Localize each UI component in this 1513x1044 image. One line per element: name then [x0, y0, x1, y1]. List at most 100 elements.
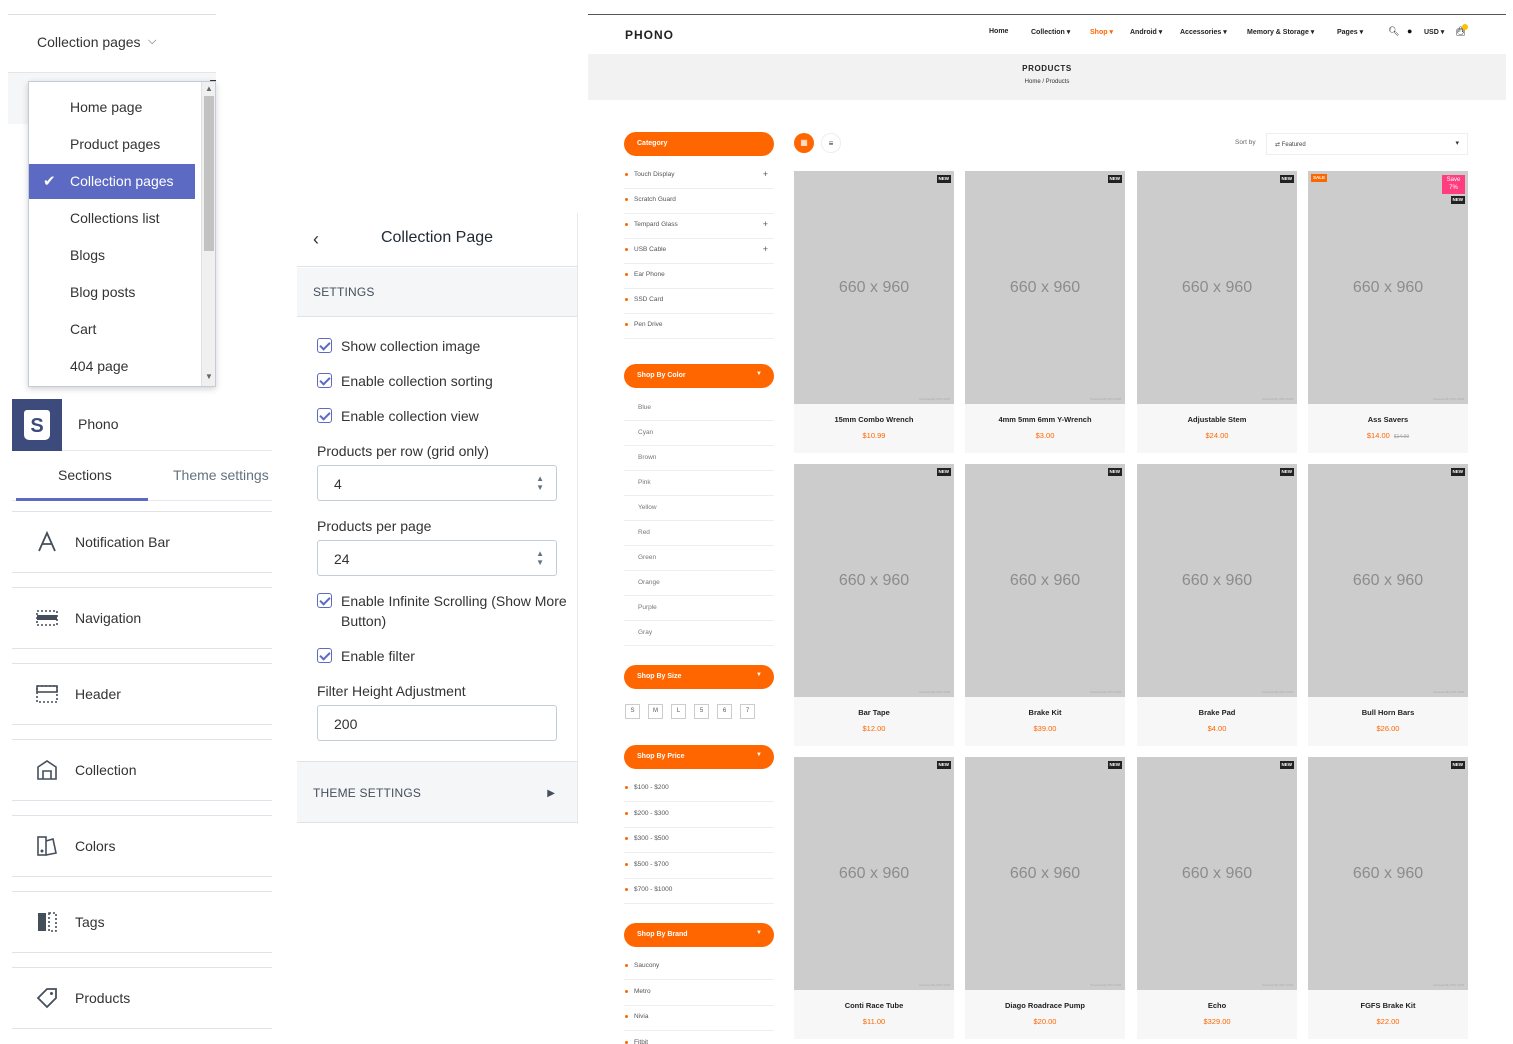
brand-filter-item[interactable]: Nivia	[624, 1006, 774, 1031]
product-image[interactable]: 660 x 960 Powered By IPIX.COM NEW	[794, 757, 954, 990]
nav-item[interactable]: Home	[989, 28, 1008, 35]
product-card[interactable]: 660 x 960 Powered By IPIX.COM NEW FGFS Brak…	[1308, 757, 1468, 1039]
product-name[interactable]: Brake Kit	[965, 708, 1125, 717]
brand-filter-item[interactable]: Metro	[624, 981, 774, 1006]
category-item[interactable]: SSD Card	[624, 289, 774, 314]
product-card[interactable]: 660 x 960 Powered By IPIX.COM NEW 4mm 5mm 6…	[965, 171, 1125, 453]
nav-item[interactable]: Collection ▾	[1031, 28, 1070, 36]
product-image[interactable]: 660 x 960 Powered By IPIX.COM NEW	[1137, 171, 1297, 404]
section-item-tags[interactable]: Tags	[12, 891, 272, 953]
product-image[interactable]: 660 x 960 Powered By IPIX.COM NEW	[1137, 464, 1297, 697]
product-image[interactable]: 660 x 960 Powered By IPIX.COM NEW	[1308, 464, 1468, 697]
section-item-header[interactable]: Header	[12, 663, 272, 725]
list-view-icon[interactable]: ≡	[821, 133, 841, 153]
product-name[interactable]: FGFS Brake Kit	[1308, 1001, 1468, 1010]
products-per-row-select[interactable]: 4 ▲ ▼	[317, 465, 557, 501]
product-name[interactable]: Echo	[1137, 1001, 1297, 1010]
color-filter-item[interactable]: Yellow	[624, 496, 774, 521]
color-filter-item[interactable]: Blue	[624, 396, 774, 421]
nav-item[interactable]: Memory & Storage ▾	[1247, 28, 1314, 36]
nav-item[interactable]: Accessories ▾	[1180, 28, 1227, 36]
filter-height-input[interactable]: 200	[317, 705, 557, 741]
checkbox-checked-icon[interactable]	[317, 593, 332, 608]
product-name[interactable]: 4mm 5mm 6mm Y-Wrench	[965, 415, 1125, 424]
shop-by-price-heading[interactable]: Shop By Price ▼	[624, 745, 774, 769]
nav-item[interactable]: Android ▾	[1130, 28, 1162, 36]
search-icon[interactable]: 🔍︎	[1388, 26, 1399, 37]
product-image[interactable]: 660 x 960 Powered By IPIX.COM SALE Save 7% N…	[1308, 171, 1468, 404]
dropdown-option[interactable]: 404 page	[29, 349, 195, 384]
product-name[interactable]: Conti Race Tube	[794, 1001, 954, 1010]
product-image[interactable]: 660 x 960 Powered By IPIX.COM NEW	[794, 171, 954, 404]
shop-by-color-heading[interactable]: Shop By Color ▼	[624, 364, 774, 388]
product-image[interactable]: 660 x 960 Powered By IPIX.COM NEW	[965, 757, 1125, 990]
enable-filter-checkbox[interactable]: Enable filter	[317, 646, 567, 666]
scroll-up-icon[interactable]: ▲	[205, 84, 213, 93]
product-name[interactable]: Bull Horn Bars	[1308, 708, 1468, 717]
section-item-navigation[interactable]: Navigation	[12, 587, 272, 649]
sort-select[interactable]: ⇄ Featured ▾	[1266, 133, 1468, 155]
checkbox-checked-icon[interactable]	[317, 648, 332, 663]
color-filter-item[interactable]: Gray	[624, 621, 774, 646]
category-heading[interactable]: Category	[624, 132, 774, 156]
shop-by-brand-heading[interactable]: Shop By Brand ▼	[624, 923, 774, 947]
dropdown-option[interactable]: ✔ Collection pages	[29, 164, 195, 199]
price-filter-item[interactable]: $300 - $500	[624, 828, 774, 853]
theme-settings-band[interactable]: THEME SETTINGS ▶	[297, 761, 577, 823]
size-option[interactable]: M	[648, 704, 663, 719]
size-option[interactable]: 6	[717, 704, 732, 719]
size-option[interactable]: S	[625, 704, 640, 719]
price-filter-item[interactable]: $100 - $200	[624, 777, 774, 802]
product-image[interactable]: 660 x 960 Powered By IPIX.COM NEW	[965, 171, 1125, 404]
price-filter-item[interactable]: $200 - $300	[624, 803, 774, 828]
dropdown-option[interactable]: Cart	[29, 312, 195, 347]
brand-filter-item[interactable]: Saucony	[624, 955, 774, 980]
plus-icon[interactable]: +	[763, 244, 768, 254]
nav-item[interactable]: Pages ▾	[1337, 28, 1363, 36]
page-type-select-label[interactable]: Collection pages	[37, 34, 141, 50]
product-image[interactable]: 660 x 960 Powered By IPIX.COM NEW	[1308, 757, 1468, 990]
caret-right-icon[interactable]: ▶	[547, 788, 555, 799]
dropdown-option[interactable]: Home page	[29, 90, 195, 125]
scrollbar-thumb[interactable]	[204, 96, 214, 251]
category-item[interactable]: Tempard Glass +	[624, 214, 774, 239]
show-collection-image-checkbox[interactable]: Show collection image	[317, 336, 567, 356]
color-filter-item[interactable]: Cyan	[624, 421, 774, 446]
nav-item[interactable]: Shop ▾	[1090, 28, 1113, 36]
product-card[interactable]: 660 x 960 Powered By IPIX.COM NEW Brake Pad…	[1137, 464, 1297, 746]
section-item-products[interactable]: Products	[12, 967, 272, 1029]
product-card[interactable]: 660 x 960 Powered By IPIX.COM NEW Echo $329.…	[1137, 757, 1297, 1039]
section-item-colors[interactable]: Colors	[12, 815, 272, 877]
category-item[interactable]: USB Cable +	[624, 239, 774, 264]
dropdown-option[interactable]: Blogs	[29, 238, 195, 273]
product-card[interactable]: 660 x 960 Powered By IPIX.COM SALE Save 7% N…	[1308, 171, 1468, 453]
scrollbar[interactable]: ▲ ▼	[201, 82, 215, 386]
dropdown-option[interactable]: Product pages	[29, 127, 195, 162]
category-item[interactable]: Scratch Guard	[624, 189, 774, 214]
back-arrow-icon[interactable]: ‹	[313, 229, 319, 250]
enable-collection-sorting-checkbox[interactable]: Enable collection sorting	[317, 371, 567, 391]
size-option[interactable]: L	[671, 704, 686, 719]
product-name[interactable]: 15mm Combo Wrench	[794, 415, 954, 424]
product-image[interactable]: 660 x 960 Powered By IPIX.COM NEW	[794, 464, 954, 697]
category-item[interactable]: Touch Display +	[624, 164, 774, 189]
size-option[interactable]: 5	[694, 704, 709, 719]
page-type-dropdown-list[interactable]: Home page Product pages ✔ Collection pages C…	[28, 81, 216, 387]
product-name[interactable]: Brake Pad	[1137, 708, 1297, 717]
breadcrumb[interactable]: Home / Products	[588, 79, 1506, 85]
dropdown-option[interactable]: Collections list	[29, 201, 195, 236]
enable-collection-view-checkbox[interactable]: Enable collection view	[317, 406, 567, 426]
section-item-notification-bar[interactable]: Notification Bar	[12, 511, 272, 573]
plus-icon[interactable]: +	[763, 169, 768, 179]
scroll-down-icon[interactable]: ▼	[205, 372, 213, 381]
product-card[interactable]: 660 x 960 Powered By IPIX.COM NEW Bull Horn…	[1308, 464, 1468, 746]
plus-icon[interactable]: +	[763, 219, 768, 229]
product-card[interactable]: 660 x 960 Powered By IPIX.COM NEW Conti Rac…	[794, 757, 954, 1039]
currency-select[interactable]: USD ▾	[1424, 28, 1444, 36]
product-card[interactable]: 660 x 960 Powered By IPIX.COM NEW 15mm Comb…	[794, 171, 954, 453]
checkbox-checked-icon[interactable]	[317, 373, 332, 388]
products-per-page-select[interactable]: 24 ▲ ▼	[317, 540, 557, 576]
product-name[interactable]: Bar Tape	[794, 708, 954, 717]
color-filter-item[interactable]: Green	[624, 546, 774, 571]
checkbox-checked-icon[interactable]	[317, 408, 332, 423]
